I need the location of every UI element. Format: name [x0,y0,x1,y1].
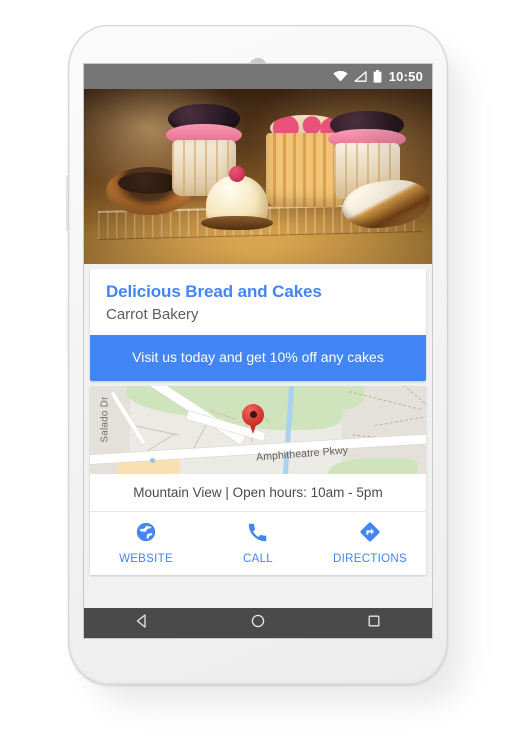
phone-screen: 10:50 Delicious Bread and Cakes Carrot B… [84,64,432,638]
map-view[interactable]: Salado Dr Amphitheatre Pkwy [90,385,426,474]
website-button[interactable]: WEBSITE [90,521,202,565]
ad-headline-block[interactable]: Delicious Bread and Cakes Carrot Bakery [90,269,426,335]
hero-image[interactable] [84,89,432,264]
ad-info-card: Delicious Bread and Cakes Carrot Bakery … [90,269,426,381]
hero-image-vignette [84,89,432,264]
circle-home-icon [250,613,266,634]
battery-icon [373,70,382,83]
ad-headline[interactable]: Delicious Bread and Cakes [106,282,410,302]
call-button-label: CALL [243,552,273,565]
call-button[interactable]: CALL [202,521,314,565]
promo-banner[interactable]: Visit us today and get 10% off any cakes [90,334,426,381]
website-button-label: WEBSITE [119,552,173,565]
nav-back-button[interactable] [112,613,172,634]
signal-icon [354,71,367,82]
ad-business-name: Carrot Bakery [106,305,199,323]
directions-button[interactable]: DIRECTIONS [314,521,426,565]
globe-icon [135,521,157,548]
map-card: Salado Dr Amphitheatre Pkwy Mountain Vie… [90,385,426,575]
status-bar: 10:50 [84,64,432,89]
volume-rocker-button[interactable] [66,175,69,231]
map-street-label-vertical: Salado Dr [99,396,111,443]
action-button-row: WEBSITE CALL DIRECTIONS [90,511,426,575]
wifi-icon [333,71,348,82]
triangle-back-icon [134,613,150,634]
device-stage: 10:50 Delicious Bread and Cakes Carrot B… [0,0,530,751]
map-pond [150,457,155,463]
phone-icon [247,521,269,548]
square-recents-icon [366,613,382,634]
directions-button-label: DIRECTIONS [333,552,407,565]
business-details-row: Mountain View | Open hours: 10am - 5pm [90,473,426,512]
ad-content-area: Delicious Bread and Cakes Carrot Bakery … [84,89,432,608]
map-pin-icon[interactable] [242,403,264,434]
directions-icon [359,521,381,548]
map-park-area [304,385,364,410]
android-navigation-bar [84,608,432,638]
status-bar-clock: 10:50 [388,69,423,84]
nav-recents-button[interactable] [344,613,404,634]
nav-home-button[interactable] [228,613,288,634]
